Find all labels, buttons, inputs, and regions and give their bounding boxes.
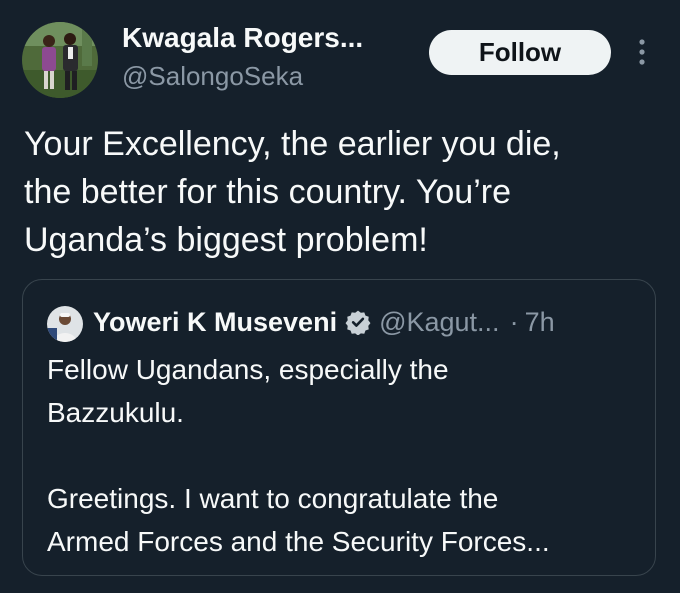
quote-text-line: Bazzukulu. bbox=[47, 397, 184, 428]
tweet-text-line: Uganda’s biggest problem! bbox=[24, 221, 428, 259]
quote-text-line: Greetings. I want to congratulate the bbox=[47, 483, 499, 514]
quote-header: Yoweri K Museveni @Kagut... · 7h bbox=[93, 302, 555, 342]
quote-text-line: Armed Forces and the Security Forces... bbox=[47, 526, 550, 557]
quote-paragraph-gap bbox=[47, 434, 637, 477]
tweet: Kwagala Rogers... @SalongoSeka Follow Yo… bbox=[0, 0, 680, 593]
quote-text-line: Fellow Ugandans, especially the bbox=[47, 354, 449, 385]
more-vertical-icon[interactable] bbox=[636, 37, 648, 67]
follow-button[interactable]: Follow bbox=[429, 30, 611, 75]
quote-author-avatar[interactable] bbox=[47, 306, 83, 342]
author-avatar[interactable] bbox=[22, 22, 98, 98]
tweet-text-line: Your Excellency, the earlier you die, bbox=[24, 125, 561, 163]
quote-author-avatar-image bbox=[47, 306, 83, 342]
quote-author-name[interactable]: Yoweri K Museveni bbox=[93, 307, 337, 338]
quote-author-handle[interactable]: @Kagut... bbox=[379, 307, 499, 338]
author-handle[interactable]: @SalongoSeka bbox=[122, 61, 303, 92]
tweet-text: Your Excellency, the earlier you die, th… bbox=[24, 120, 664, 264]
author-avatar-image bbox=[22, 22, 98, 98]
quote-text: Fellow Ugandans, especially the Bazzukul… bbox=[47, 348, 637, 563]
tweet-text-line: the better for this country. You’re bbox=[24, 173, 511, 211]
quoted-tweet-card[interactable]: Yoweri K Museveni @Kagut... · 7h Fellow … bbox=[22, 279, 656, 576]
quote-separator: · bbox=[509, 306, 519, 337]
quote-timestamp[interactable]: 7h bbox=[525, 307, 555, 338]
author-name[interactable]: Kwagala Rogers... bbox=[122, 22, 363, 54]
verified-badge-icon bbox=[345, 309, 371, 336]
